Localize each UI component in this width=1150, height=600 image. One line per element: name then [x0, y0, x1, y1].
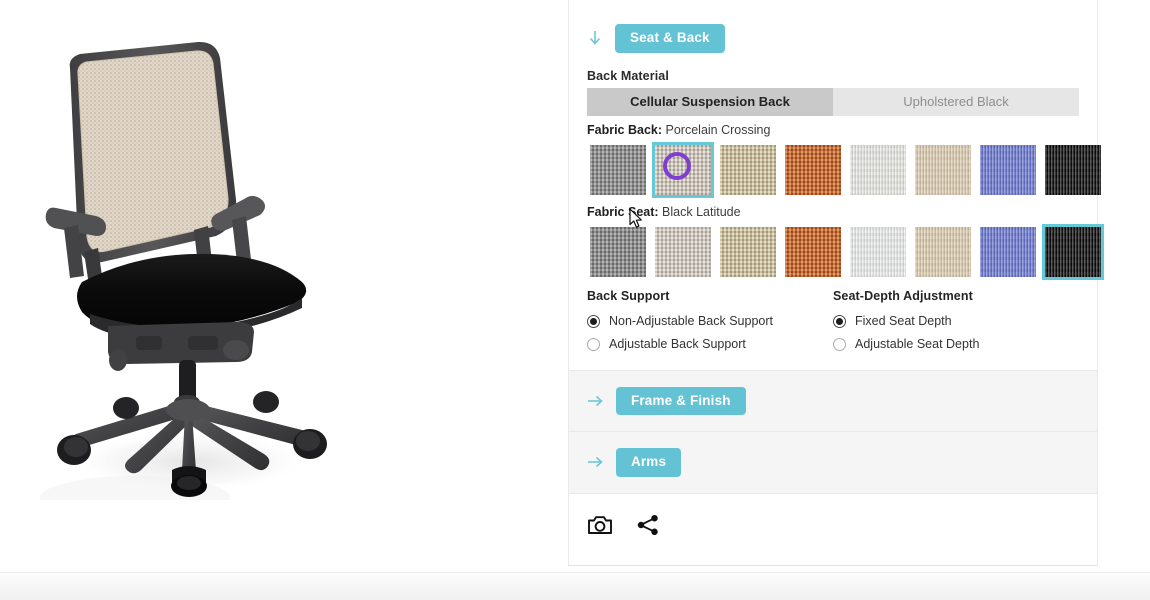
product-viewer[interactable]: [0, 0, 556, 572]
back-material-option-cellular[interactable]: Cellular Suspension Back: [587, 87, 833, 116]
section-tag-frame-and-finish[interactable]: Frame & Finish: [616, 386, 746, 415]
section-seat-and-back: Seat & Back Back Material Cellular Suspe…: [569, 0, 1104, 371]
back-support-group: Back Support Non-Adjustable Back Support…: [587, 289, 833, 356]
chair-render: [40, 30, 360, 500]
swatch-seat-0[interactable]: [587, 224, 649, 280]
section-arms[interactable]: Arms: [569, 432, 1097, 494]
swatch-back-5[interactable]: [912, 142, 974, 198]
fabric-seat-swatches: [587, 223, 1104, 280]
seat-depth-option-0-label: Fixed Seat Depth: [855, 313, 952, 328]
fabric-back-line: Fabric Back: Porcelain Crossing: [587, 123, 1079, 137]
swatch-back-6[interactable]: [977, 142, 1039, 198]
share-button[interactable]: [635, 512, 661, 538]
section-header-seat-and-back[interactable]: Seat & Back: [569, 0, 1097, 69]
seat-depth-option-fixed[interactable]: Fixed Seat Depth: [833, 310, 1079, 333]
radio-icon-selected: [833, 314, 846, 328]
swatch-back-4[interactable]: [847, 142, 909, 198]
back-support-title: Back Support: [587, 288, 670, 303]
seat-depth-option-1-label: Adjustable Seat Depth: [855, 336, 980, 351]
radio-icon-unselected: [587, 337, 600, 351]
fabric-back-label: Fabric Back:: [587, 122, 663, 137]
radio-icon-selected: [587, 314, 600, 328]
section-tag-arms[interactable]: Arms: [616, 448, 682, 477]
camera-icon: [587, 514, 613, 536]
fabric-back-swatches: [587, 141, 1101, 198]
panel-toolbar: [569, 493, 1097, 538]
swatch-seat-4[interactable]: [847, 224, 909, 280]
swatch-back-3[interactable]: [782, 142, 844, 198]
seat-depth-group: Seat-Depth Adjustment Fixed Seat Depth A…: [833, 289, 1079, 356]
section-tag-seat-and-back[interactable]: Seat & Back: [615, 24, 725, 53]
seat-depth-title: Seat-Depth Adjustment: [833, 288, 973, 303]
configurator-page: Seat & Back Back Material Cellular Suspe…: [0, 0, 1150, 600]
fabric-seat-label: Fabric Seat:: [587, 204, 659, 219]
swatch-seat-6[interactable]: [977, 224, 1039, 280]
back-support-option-1-label: Adjustable Back Support: [609, 336, 746, 351]
back-material-label: Back Material: [587, 68, 669, 83]
back-support-option-non-adjustable[interactable]: Non-Adjustable Back Support: [587, 310, 833, 333]
share-icon: [636, 513, 660, 537]
back-support-option-adjustable[interactable]: Adjustable Back Support: [587, 333, 833, 356]
back-support-option-0-label: Non-Adjustable Back Support: [609, 313, 773, 328]
right-arrow-icon: [587, 394, 604, 408]
configurator-panel: Seat & Back Back Material Cellular Suspe…: [568, 0, 1104, 566]
back-material-option-upholstered[interactable]: Upholstered Black: [833, 87, 1079, 116]
right-arrow-icon: [587, 455, 604, 469]
adjustment-options: Back Support Non-Adjustable Back Support…: [587, 289, 1079, 356]
swatch-back-0[interactable]: [587, 142, 649, 198]
down-arrow-icon: [587, 29, 603, 47]
fabric-seat-value: Black Latitude: [662, 204, 741, 219]
swatch-seat-3[interactable]: [782, 224, 844, 280]
section-body-seat-and-back: Back Material Cellular Suspension Back U…: [569, 68, 1104, 370]
swatch-seat-2[interactable]: [717, 224, 779, 280]
swatch-back-1[interactable]: [652, 141, 714, 198]
page-footer: [0, 572, 1150, 600]
fabric-back-value: Porcelain Crossing: [665, 122, 771, 137]
swatch-seat-1[interactable]: [652, 224, 714, 280]
back-material-toggle: Cellular Suspension Back Upholstered Bla…: [587, 87, 1079, 116]
seat-depth-option-adjustable[interactable]: Adjustable Seat Depth: [833, 333, 1079, 356]
swatch-seat-7[interactable]: [1042, 223, 1104, 280]
swatch-back-2[interactable]: [717, 142, 779, 198]
fabric-seat-line: Fabric Seat: Black Latitude: [587, 205, 1079, 219]
swatch-seat-5[interactable]: [912, 224, 974, 280]
screenshot-button[interactable]: [587, 512, 613, 538]
section-frame-and-finish[interactable]: Frame & Finish: [569, 370, 1097, 432]
radio-icon-unselected: [833, 337, 846, 351]
swatch-back-7[interactable]: [1042, 142, 1104, 198]
